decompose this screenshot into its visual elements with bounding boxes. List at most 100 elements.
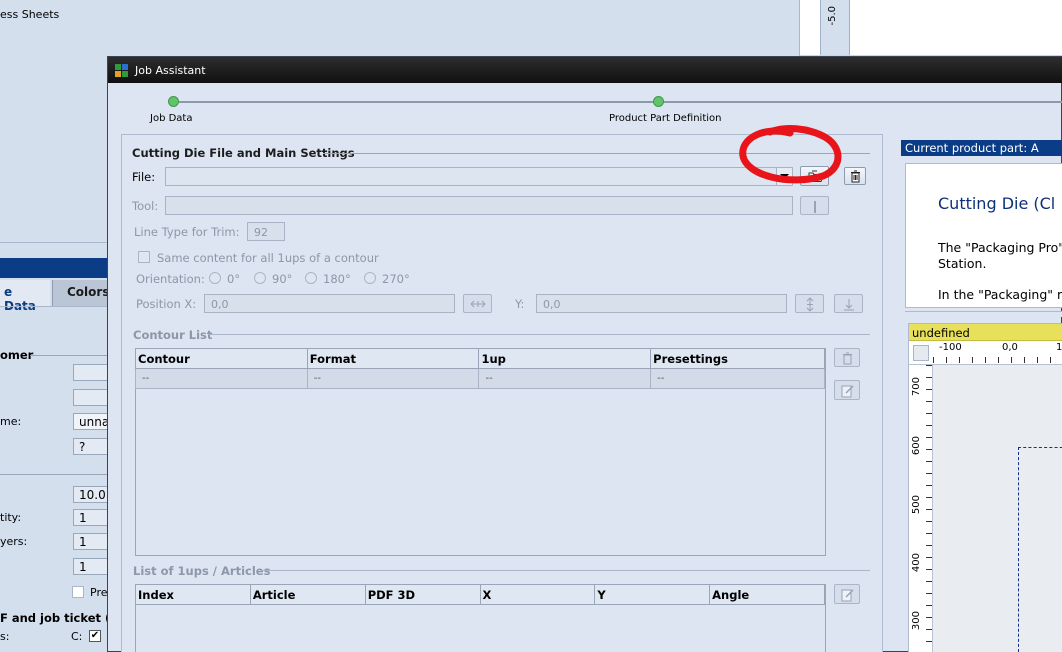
trash-icon [851, 170, 860, 183]
step-connector [179, 101, 669, 103]
column-header-angle[interactable]: Angle [709, 584, 825, 605]
table-header-row: Contour Format 1up Presettings [135, 348, 825, 369]
background-field[interactable]: 10.0 [73, 486, 109, 503]
orientation-radio-180[interactable] [305, 272, 317, 284]
die-outline [1018, 447, 1062, 652]
position-y-label: Y: [515, 297, 525, 311]
background-panel-header [0, 258, 108, 278]
section-divider [260, 570, 870, 571]
position-x-input[interactable]: 0,0 [204, 294, 455, 313]
column-header-y[interactable]: Y [594, 584, 711, 605]
column-header-1up[interactable]: 1up [478, 348, 652, 369]
job-assistant-dialog: Job Assistant Job Data Product Part Defi… [107, 56, 1062, 652]
same-content-checkbox[interactable] [138, 251, 150, 263]
table-header-row: Index Article PDF 3D X Y Angle [135, 584, 825, 605]
column-header-x[interactable]: X [479, 584, 596, 605]
background-checkbox[interactable] [72, 586, 84, 598]
edit-contour-button[interactable] [834, 380, 860, 400]
ruler-ticks [933, 357, 1062, 363]
help-heading: Cutting Die (Cl [938, 194, 1056, 213]
background-checkbox-checked[interactable]: ✔ [89, 630, 101, 642]
background-field[interactable]: 1 [73, 558, 109, 575]
background-field-label: me: [0, 415, 22, 428]
oneups-list-title: List of 1ups / Articles [133, 564, 271, 578]
same-content-label: Same content for all 1ups of a contour [157, 251, 379, 265]
orientation-label: Orientation: [136, 272, 205, 286]
table-cell[interactable]: -- [135, 368, 308, 389]
edit-oneup-button[interactable] [834, 584, 860, 604]
background-field[interactable] [73, 389, 109, 406]
contour-list-grid: Contour Format 1up Presettings -- -- -- … [135, 348, 825, 389]
background-tab-colors[interactable]: Colors [52, 280, 109, 306]
file-combobox[interactable] [165, 167, 793, 186]
background-field[interactable]: 1 [73, 533, 109, 550]
background-divider [0, 474, 108, 475]
table-cell[interactable]: -- [478, 368, 652, 389]
cutting-die-section-title: Cutting Die File and Main Settings [132, 146, 355, 160]
ruler-tick-label: 700 [911, 377, 922, 397]
splitter[interactable] [905, 311, 1062, 317]
dialog-titlebar[interactable]: Job Assistant [108, 57, 1062, 83]
delete-contour-button[interactable] [834, 348, 860, 367]
column-header-article[interactable]: Article [249, 584, 366, 605]
cutting-die-preview: undefined -100 0,0 100 700 600 500 400 3… [908, 323, 1062, 652]
swap-vertical-button[interactable] [795, 294, 824, 313]
background-ruler-tick: -5.0 [827, 6, 838, 26]
background-top-label: ess Sheets [0, 8, 60, 21]
arrows-vertical-icon [806, 297, 814, 312]
step-product-part-label[interactable]: Product Part Definition [609, 113, 722, 124]
ruler-tick-label: 400 [911, 553, 922, 573]
table-row[interactable]: -- -- -- -- [135, 368, 825, 389]
current-product-part-bar: Current product part: A [901, 140, 1062, 156]
background-field[interactable] [73, 364, 109, 381]
help-panel: Cutting Die (Cl The "Packaging Pro" Stat… [905, 163, 1062, 308]
background-section-divider [30, 355, 108, 356]
orientation-90-label: 90° [272, 272, 293, 286]
table-cell[interactable]: -- [306, 368, 480, 389]
orientation-radio-270[interactable] [364, 272, 376, 284]
background-vertical-ruler: -5.0 [820, 0, 850, 55]
wrench-icon [814, 201, 816, 213]
section-divider [208, 334, 870, 335]
background-field[interactable]: unna [73, 413, 109, 430]
step-job-data-dot[interactable] [168, 96, 179, 107]
swap-horizontal-button[interactable] [463, 294, 492, 313]
step-job-data-label[interactable]: Job Data [150, 113, 192, 124]
orientation-180-label: 180° [323, 272, 351, 286]
background-field[interactable]: 1 [73, 509, 109, 526]
orientation-radio-90[interactable] [254, 272, 266, 284]
edit-icon [841, 589, 854, 602]
contour-list-title: Contour List [133, 328, 213, 342]
orientation-radio-0[interactable] [209, 272, 221, 284]
oneups-list-grid: Index Article PDF 3D X Y Angle [135, 584, 825, 605]
tool-input[interactable] [165, 196, 793, 215]
column-header-presettings[interactable]: Presettings [650, 348, 825, 369]
background-tab-job-data[interactable]: e Data [0, 280, 50, 313]
help-paragraph-1b: Station. [938, 256, 987, 271]
line-type-input[interactable]: 92 [247, 222, 285, 241]
tool-settings-button[interactable] [800, 196, 829, 215]
background-field[interactable]: ? [73, 438, 109, 455]
help-paragraph-1: The "Packaging Pro" [938, 240, 1062, 255]
ruler-ticks [926, 365, 932, 652]
position-x-label: Position X: [136, 297, 197, 311]
ruler-tick-label: -100 [939, 342, 962, 353]
align-bottom-button[interactable] [834, 294, 863, 313]
column-header-contour[interactable]: Contour [135, 348, 308, 369]
preview-label: undefined [909, 324, 1062, 341]
step-product-part-dot[interactable] [653, 96, 664, 107]
arrows-horizontal-icon [470, 300, 486, 308]
ruler-tick-label: 0,0 [1002, 342, 1018, 353]
column-header-pdf-3d[interactable]: PDF 3D [364, 584, 481, 605]
ruler-corner [913, 345, 929, 361]
position-y-input[interactable]: 0,0 [536, 294, 787, 313]
column-header-format[interactable]: Format [306, 348, 480, 369]
table-cell[interactable]: -- [650, 368, 825, 389]
line-type-label: Line Type for Trim: [134, 225, 240, 239]
ruler-tick-label: 100 [1056, 342, 1062, 353]
red-annotation-circle [739, 125, 842, 184]
background-checkbox-label: Pre [90, 586, 108, 599]
edit-icon [841, 385, 854, 398]
column-header-index[interactable]: Index [135, 584, 251, 605]
ruler-tick-label: 600 [911, 436, 922, 456]
